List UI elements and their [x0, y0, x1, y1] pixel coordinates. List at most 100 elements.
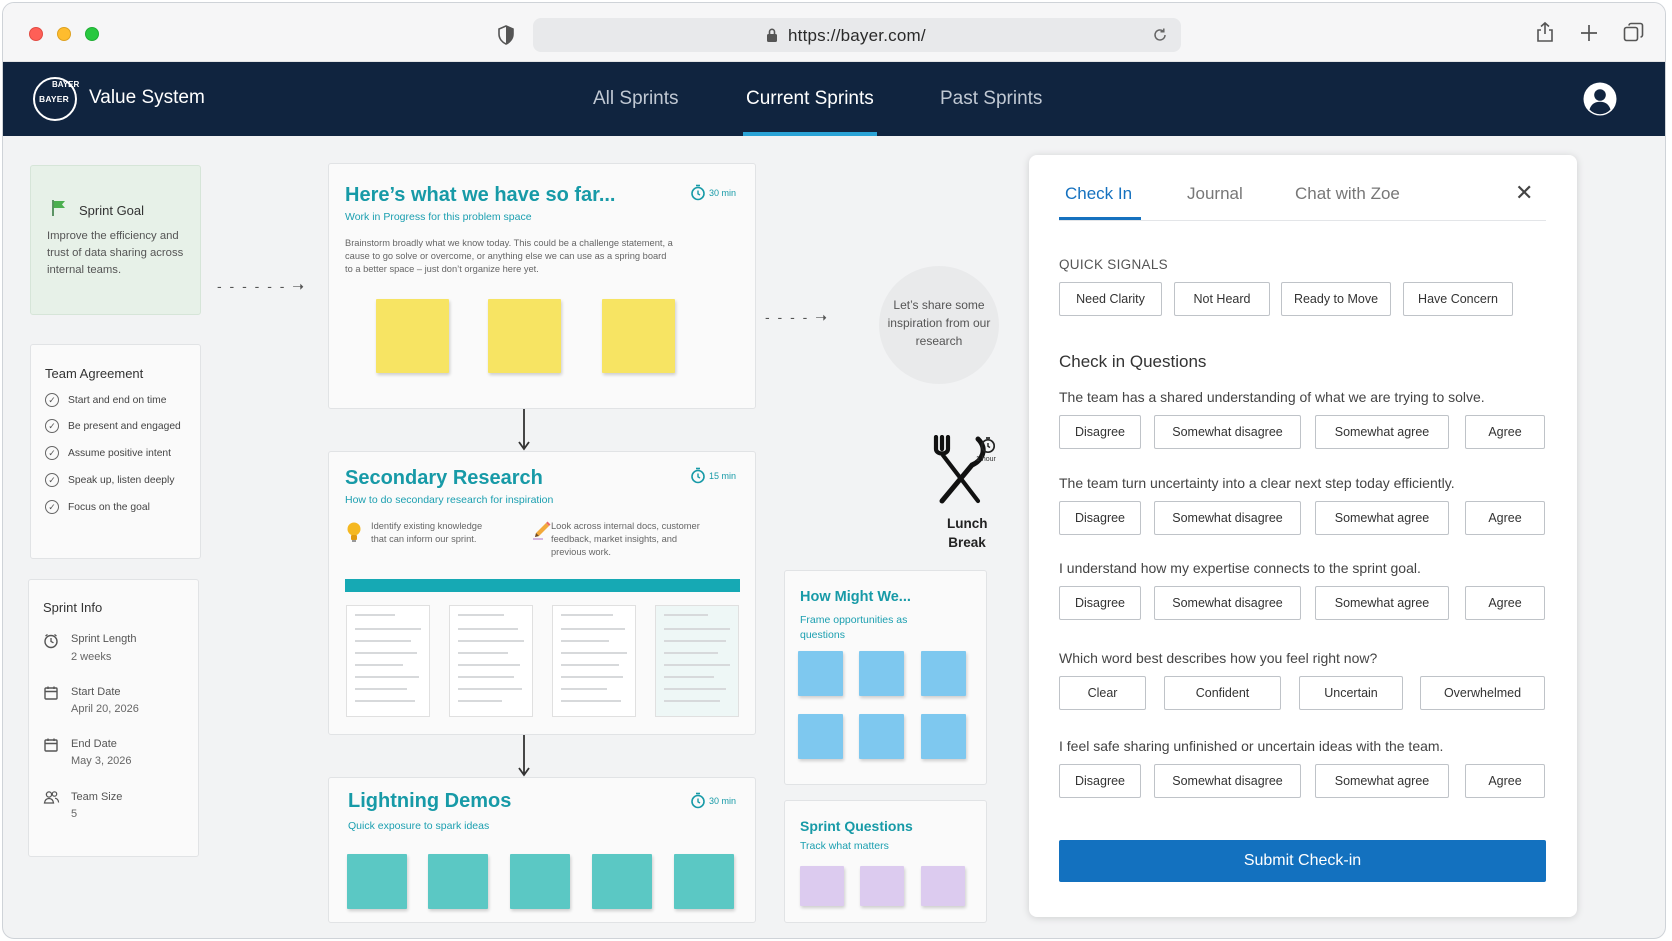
question-text: I feel safe sharing unfinished or uncert…: [1059, 738, 1444, 754]
answer-somewhat-agree-button[interactable]: Somewhat agree: [1315, 415, 1449, 449]
feeling-overwhelmed-button[interactable]: Overwhelmed: [1420, 676, 1545, 710]
answer-agree-button[interactable]: Agree: [1465, 501, 1545, 535]
research-doc-thumbnail[interactable]: [449, 605, 533, 717]
answer-somewhat-disagree-button[interactable]: Somewhat disagree: [1154, 415, 1301, 449]
feeling-uncertain-button[interactable]: Uncertain: [1299, 676, 1403, 710]
agreement-item: ✓ Assume positive intent: [45, 446, 171, 460]
sprint-goal-card: Sprint Goal Improve the efficiency and t…: [30, 165, 201, 315]
answer-somewhat-agree-button[interactable]: Somewhat agree: [1315, 501, 1449, 535]
pencil-icon: [533, 521, 551, 540]
so-far-subtitle: Work in Progress for this problem space: [345, 211, 532, 223]
sticky-note-purple[interactable]: [860, 866, 904, 906]
tab-past-sprints[interactable]: Past Sprints: [940, 88, 1042, 110]
lightbulb-icon: [347, 522, 361, 542]
so-far-description: Brainstorm broadly what we know today. T…: [345, 238, 673, 274]
tip-look-across-docs: Look across internal docs, customer feed…: [551, 521, 700, 557]
answer-disagree-button[interactable]: Disagree: [1059, 501, 1141, 535]
sprint-questions-title: Sprint Questions: [800, 818, 913, 834]
how-might-we-card: How Might We... Frame opportunities as q…: [784, 570, 987, 785]
answer-somewhat-disagree-button[interactable]: Somewhat disagree: [1154, 501, 1301, 535]
signal-not-heard-button[interactable]: Not Heard: [1174, 282, 1270, 316]
question-text: The team turn uncertainty into a clear n…: [1059, 475, 1455, 491]
sticky-note-teal[interactable]: [428, 854, 488, 909]
answer-disagree-button[interactable]: Disagree: [1059, 415, 1141, 449]
lightning-demos-title: Lightning Demos: [348, 790, 512, 812]
sticky-note-blue[interactable]: [921, 714, 966, 759]
user-avatar-icon[interactable]: [1583, 82, 1617, 116]
answer-somewhat-agree-button[interactable]: Somewhat agree: [1315, 586, 1449, 620]
down-arrow-icon: [518, 735, 530, 777]
bayer-logo[interactable]: BAYER BAYER: [33, 77, 79, 121]
reload-icon[interactable]: [1151, 26, 1169, 44]
minimize-window-button[interactable]: [57, 27, 71, 41]
sticky-note-blue[interactable]: [798, 714, 843, 759]
sticky-note-blue[interactable]: [798, 651, 843, 696]
agreement-item: ✓ Start and end on time: [45, 393, 166, 407]
sticky-note-blue[interactable]: [859, 651, 904, 696]
question-text: Which word best describes how you feel r…: [1059, 650, 1378, 666]
answer-somewhat-disagree-button[interactable]: Somewhat disagree: [1154, 586, 1301, 620]
address-bar[interactable]: https://bayer.com/: [533, 18, 1181, 52]
check-circle-icon: ✓: [45, 446, 59, 460]
tip-identify-knowledge: Identify existing knowledge that can inf…: [371, 521, 483, 544]
sticky-note-teal[interactable]: [592, 854, 652, 909]
answer-somewhat-disagree-button[interactable]: Somewhat disagree: [1154, 764, 1301, 798]
submit-check-in-button[interactable]: Submit Check-in: [1059, 840, 1546, 882]
signal-ready-to-move-button[interactable]: Ready to Move: [1281, 282, 1391, 316]
new-tab-icon[interactable]: [1580, 24, 1598, 42]
so-far-title: Here’s what we have so far...: [345, 184, 616, 206]
sticky-note-teal[interactable]: [674, 854, 734, 909]
sprint-info-title: Sprint Info: [43, 600, 103, 615]
shield-icon[interactable]: [497, 25, 515, 45]
signal-have-concern-button[interactable]: Have Concern: [1403, 282, 1513, 316]
sticky-note-yellow[interactable]: [376, 299, 449, 373]
tab-journal[interactable]: Journal: [1187, 184, 1243, 204]
sticky-note-purple[interactable]: [921, 866, 965, 906]
answer-agree-button[interactable]: Agree: [1465, 415, 1545, 449]
sticky-note-blue[interactable]: [859, 714, 904, 759]
close-window-button[interactable]: [29, 27, 43, 41]
research-doc-thumbnail[interactable]: [346, 605, 430, 717]
active-panel-tab-indicator: [1059, 217, 1141, 220]
browser-window: https://bayer.com/ BAYER BAYER Value Sys…: [2, 2, 1666, 939]
url-text: https://bayer.com/: [788, 26, 926, 45]
check-circle-icon: ✓: [45, 473, 59, 487]
down-arrow-icon: [518, 409, 530, 451]
tabs-overview-icon[interactable]: [1623, 22, 1644, 43]
secondary-research-title: Secondary Research: [345, 467, 543, 489]
flow-arrow: - - - - ➝: [765, 309, 829, 325]
sticky-note-teal[interactable]: [510, 854, 570, 909]
sprint-goal-text: Improve the efficiency and trust of data…: [47, 230, 184, 276]
share-icon[interactable]: [1535, 21, 1555, 43]
answer-somewhat-agree-button[interactable]: Somewhat agree: [1315, 764, 1449, 798]
tab-current-sprints[interactable]: Current Sprints: [746, 88, 874, 110]
sticky-note-teal[interactable]: [347, 854, 407, 909]
maximize-window-button[interactable]: [85, 27, 99, 41]
feeling-confident-button[interactable]: Confident: [1164, 676, 1281, 710]
sticky-note-blue[interactable]: [921, 651, 966, 696]
signal-need-clarity-button[interactable]: Need Clarity: [1059, 282, 1162, 316]
how-might-we-title: How Might We...: [800, 589, 911, 605]
research-doc-thumbnail[interactable]: [655, 605, 739, 717]
sprint-questions-subtitle: Track what matters: [800, 840, 889, 852]
question-text: I understand how my expertise connects t…: [1059, 560, 1421, 576]
agreement-item: ✓ Speak up, listen deeply: [45, 473, 174, 487]
flag-icon: [52, 200, 65, 216]
check-in-panel: Check In Journal Chat with Zoe ✕ QUICK S…: [1029, 155, 1577, 917]
close-icon[interactable]: ✕: [1515, 182, 1533, 204]
sticky-note-purple[interactable]: [800, 866, 844, 906]
research-doc-thumbnail[interactable]: [552, 605, 636, 717]
agreement-item: ✓ Focus on the goal: [45, 500, 150, 514]
feeling-clear-button[interactable]: Clear: [1059, 676, 1146, 710]
tab-chat-with-zoe[interactable]: Chat with Zoe: [1295, 184, 1400, 204]
tab-check-in[interactable]: Check In: [1065, 184, 1132, 204]
sticky-note-yellow[interactable]: [602, 299, 675, 373]
sticky-note-yellow[interactable]: [488, 299, 561, 373]
agreement-item: ✓ Be present and engaged: [45, 419, 181, 433]
answer-disagree-button[interactable]: Disagree: [1059, 586, 1141, 620]
answer-disagree-button[interactable]: Disagree: [1059, 764, 1141, 798]
tab-all-sprints[interactable]: All Sprints: [593, 88, 679, 110]
answer-agree-button[interactable]: Agree: [1465, 764, 1545, 798]
answer-agree-button[interactable]: Agree: [1465, 586, 1545, 620]
timer-icon: [691, 467, 705, 484]
